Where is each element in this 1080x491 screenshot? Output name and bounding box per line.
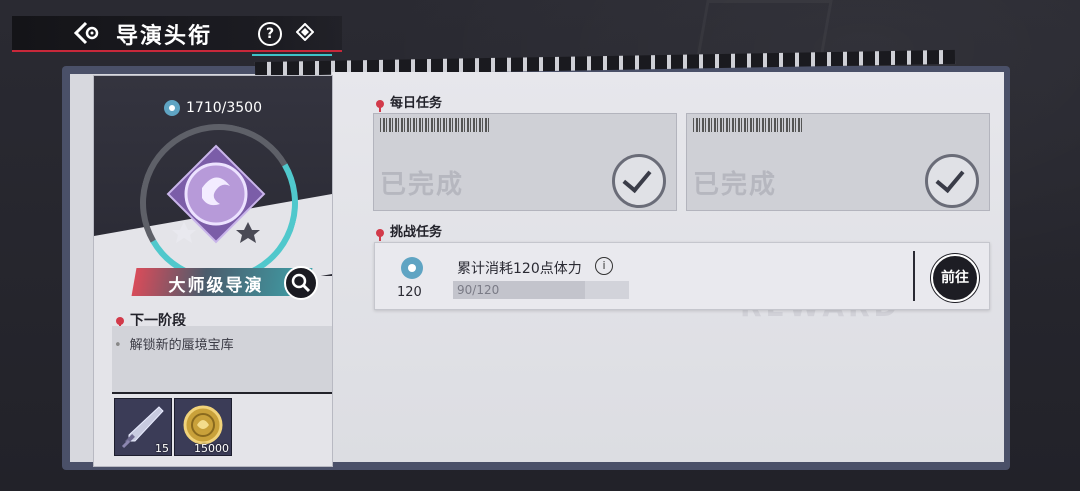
rank-progress: 1710/3500 [94, 100, 332, 116]
title-bar: 导演头衔 ? [12, 16, 342, 56]
barcode-decoration [380, 118, 490, 132]
diamond-menu-icon[interactable] [296, 23, 314, 41]
go-button[interactable]: 前往 [931, 254, 979, 302]
rank-progress-value: 1710/3500 [186, 100, 262, 116]
reward-count: 15000 [194, 442, 229, 455]
next-stage-item: 解锁新的蜃境宝库 [114, 334, 234, 353]
daily-tasks-label: 每日任务 [390, 96, 443, 111]
back-icon[interactable] [72, 20, 102, 46]
task-progress-text: 90/120 [457, 283, 500, 297]
reward-item-coin[interactable]: 15000 [174, 398, 232, 456]
task-reward-amount: 120 [397, 285, 422, 300]
completed-label: 已完成 [380, 170, 465, 200]
task-title: 累计消耗120点体力 [457, 261, 582, 277]
daily-tasks-heading: 每日任务 [376, 92, 443, 112]
pin-icon [376, 99, 384, 112]
barcode-decoration [693, 118, 803, 132]
daily-task-card[interactable]: 已完成 [373, 113, 677, 211]
pin-icon [376, 228, 384, 241]
help-icon[interactable]: ? [258, 22, 282, 46]
film-reel-icon [164, 100, 180, 116]
magnifier-icon[interactable] [284, 266, 318, 300]
info-icon[interactable]: i [595, 257, 613, 275]
reward-count: 15 [155, 442, 169, 455]
check-stamp-icon [612, 154, 666, 208]
task-progress-bar: 90/120 [453, 281, 629, 299]
daily-task-card[interactable]: 已完成 [686, 113, 990, 211]
completed-label: 已完成 [693, 170, 778, 200]
challenge-tasks-heading: 挑战任务 [376, 221, 443, 241]
magnifier-glyph [291, 273, 311, 293]
challenge-tasks-label: 挑战任务 [390, 225, 443, 240]
rank-badge-icon [166, 144, 266, 244]
challenge-task-row: 120 累计消耗120点体力 i 90/120 前往 [374, 242, 990, 310]
rank-card: 1710/3500 大师级导演 下一阶段 解锁新的蜃境宝库 15 1 [94, 76, 332, 466]
reward-item-dagger[interactable]: 15 [114, 398, 172, 456]
page-title: 导演头衔 [116, 24, 213, 49]
pin-icon [116, 317, 124, 329]
check-stamp-icon [925, 154, 979, 208]
rank-name: 大师级导演 [168, 276, 264, 296]
divider [913, 251, 915, 301]
film-reel-icon [401, 257, 423, 279]
